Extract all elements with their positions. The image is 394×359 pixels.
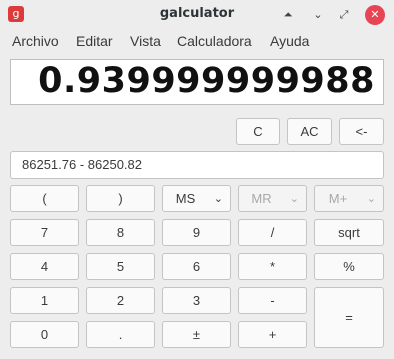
divide-button[interactable]: / (238, 219, 307, 246)
chevron-down-icon: ⌄ (366, 193, 376, 205)
menu-vista[interactable]: Vista (130, 33, 161, 49)
formula-text: 86251.76 - 86250.82 (22, 157, 142, 172)
memory-add-button[interactable]: M+ ⌄ (314, 185, 384, 212)
memory-store-button[interactable]: MS ⌄ (162, 185, 231, 212)
add-button[interactable]: + (238, 321, 307, 348)
key-4[interactable]: 4 (10, 253, 79, 280)
memory-store-label: MS (175, 191, 196, 206)
title-bar: g galculator ⏶ ⌄ ⤢ ✕ (0, 0, 394, 30)
minimize-button[interactable]: ⌄ (308, 5, 328, 25)
sign-toggle-button[interactable]: ± (162, 321, 231, 348)
menu-editar[interactable]: Editar (76, 33, 113, 49)
result-display: 0.939999999988 (10, 59, 384, 105)
restore-button[interactable]: ⤢ (334, 5, 354, 25)
display-value: 0.939999999988 (38, 61, 375, 101)
formula-field: 86251.76 - 86250.82 (10, 151, 384, 179)
memory-recall-label: MR (251, 191, 272, 206)
key-2[interactable]: 2 (86, 287, 155, 314)
key-5[interactable]: 5 (86, 253, 155, 280)
key-6[interactable]: 6 (162, 253, 231, 280)
key-7[interactable]: 7 (10, 219, 79, 246)
paren-close-button[interactable]: ) (86, 185, 155, 212)
memory-recall-button[interactable]: MR ⌄ (238, 185, 307, 212)
key-3[interactable]: 3 (162, 287, 231, 314)
chevron-down-icon: ⌄ (213, 193, 223, 205)
key-8[interactable]: 8 (86, 219, 155, 246)
sqrt-button[interactable]: sqrt (314, 219, 384, 246)
menu-ayuda[interactable]: Ayuda (270, 33, 309, 49)
subtract-button[interactable]: - (238, 287, 307, 314)
menu-bar: Archivo Editar Vista Calculadora Ayuda (0, 30, 394, 54)
clear-button[interactable]: C (236, 118, 280, 145)
menu-calculadora[interactable]: Calculadora (177, 33, 252, 49)
percent-button[interactable]: % (314, 253, 384, 280)
menu-archivo[interactable]: Archivo (12, 33, 59, 49)
chevron-down-icon: ⌄ (289, 193, 299, 205)
close-button[interactable]: ✕ (365, 5, 385, 25)
key-9[interactable]: 9 (162, 219, 231, 246)
all-clear-button[interactable]: AC (287, 118, 332, 145)
paren-open-button[interactable]: ( (10, 185, 79, 212)
multiply-button[interactable]: * (238, 253, 307, 280)
equals-button[interactable]: = (314, 287, 384, 348)
memory-add-label: M+ (328, 191, 348, 206)
backspace-button[interactable]: <- (339, 118, 384, 145)
key-0[interactable]: 0 (10, 321, 79, 348)
decimal-point-button[interactable]: . (86, 321, 155, 348)
key-1[interactable]: 1 (10, 287, 79, 314)
shade-button[interactable]: ⏶ (278, 5, 298, 25)
